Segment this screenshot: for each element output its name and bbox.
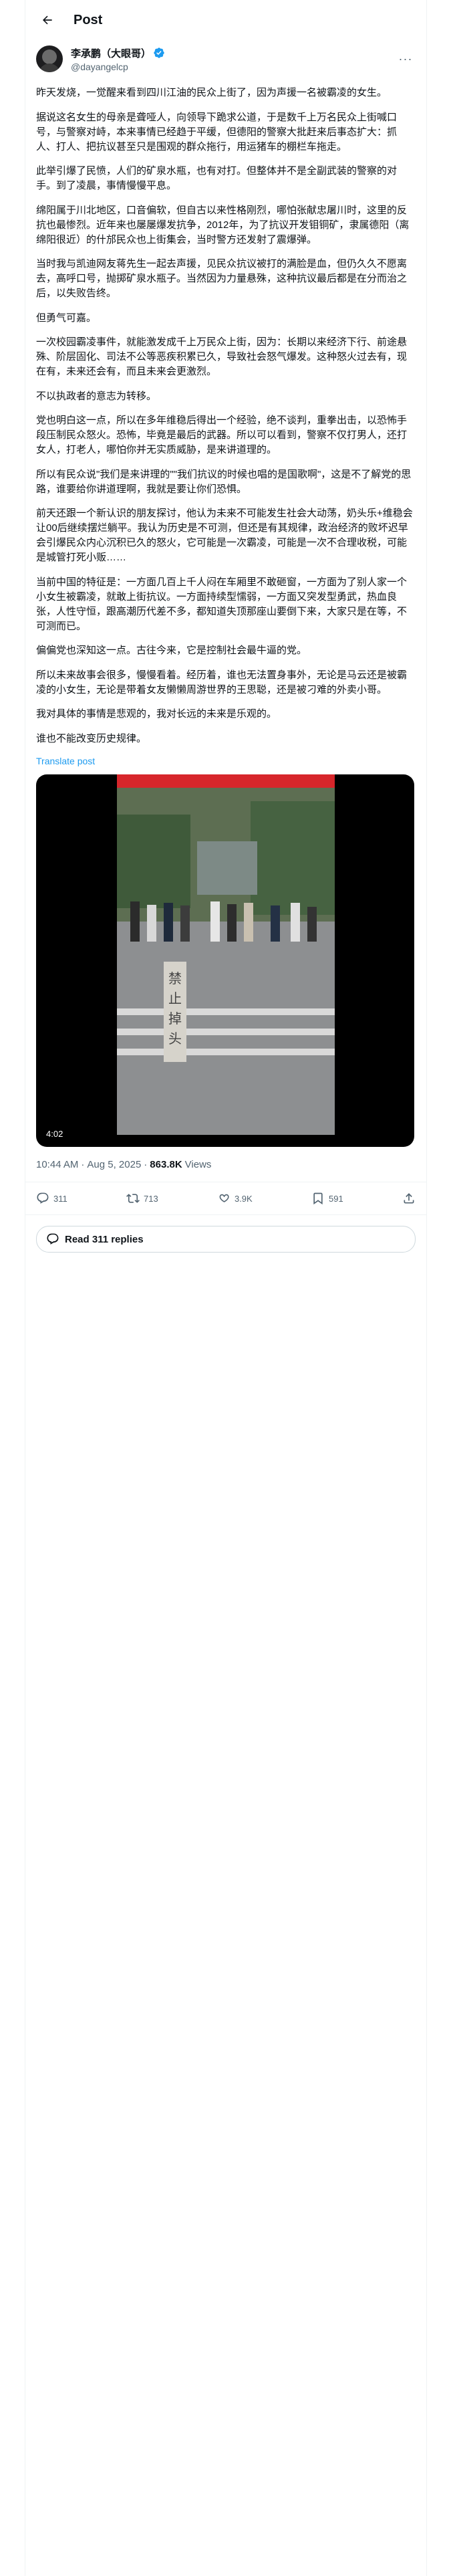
post-paragraph: 据说这名女生的母亲是聋哑人，向领导下跪求公道，于是数千上万名民众上街喊口号，与警… [36, 111, 398, 152]
post-body: 昨天发烧，一觉醒来看到四川江油的民众上街了，因为声援一名被霸凌的女生。 据说这名… [25, 78, 426, 1147]
reply-button[interactable]: 311 [36, 1192, 67, 1205]
reply-count: 311 [53, 1193, 67, 1204]
more-icon: ··· [398, 51, 413, 66]
author-display-name-row[interactable]: 李承鹏（大眼哥） [71, 46, 396, 60]
back-button[interactable] [36, 9, 59, 31]
read-replies-label: Read 311 replies [65, 1233, 144, 1245]
bookmark-count: 591 [328, 1193, 343, 1204]
meta-separator: · [144, 1158, 148, 1170]
author-handle[interactable]: @dayangelcp [71, 62, 396, 72]
translate-post-link[interactable]: Translate post [36, 756, 416, 766]
post-paragraph: 当前中国的特征是：一方面几百上千人闷在车厢里不敢砸窗，一方面为了别人家一个小女生… [36, 576, 408, 632]
page-title: Post [73, 12, 103, 27]
repost-count: 713 [144, 1193, 158, 1204]
repost-icon [126, 1194, 140, 1203]
heart-icon [219, 1194, 229, 1202]
share-icon [404, 1193, 414, 1204]
post-metadata: 10:44 AM · Aug 5, 2025 · 863.8K Views [25, 1147, 426, 1182]
post-paragraph: 党也明白这一点，所以在多年维稳后得出一个经验，绝不谈判，重拳出击，以恐怖手段压制… [36, 415, 408, 455]
more-options-button[interactable]: ··· [396, 49, 416, 69]
share-button[interactable] [402, 1192, 416, 1205]
read-replies-button[interactable]: Read 311 replies [36, 1226, 416, 1253]
post-detail-page: Post 李承鹏（大眼哥） @dayangelcp ··· 昨天发烧，一觉醒来看… [25, 0, 427, 2576]
post-paragraph: 我对具体的事情是悲观的，我对长远的未来是乐观的。 [36, 708, 277, 720]
avatar[interactable] [36, 45, 63, 72]
post-paragraph: 昨天发烧，一觉醒来看到四川江油的民众上街了，因为声援一名被霸凌的女生。 [36, 87, 388, 98]
post-paragraph: 谁也不能改变历史规律。 [36, 732, 147, 744]
video-duration: 4:02 [43, 1128, 67, 1140]
post-paragraph: 前天还跟一个新认识的朋友探讨，他认为未来不可能发生社会大动荡，奶头乐+维稳会让0… [36, 508, 413, 563]
reply-icon [37, 1192, 49, 1204]
meta-separator: · [81, 1158, 85, 1170]
post-paragraph: 所以有民众说"我们是来讲理的""我们抗议的时候也唱的是国歌啊"，这是不了解党的思… [36, 468, 412, 495]
repost-button[interactable]: 713 [126, 1192, 158, 1205]
video-player[interactable]: 禁止掉头 4:02 [36, 774, 414, 1147]
top-bar: Post [25, 0, 426, 40]
verified-badge-icon [154, 47, 164, 58]
back-arrow-icon [42, 15, 52, 25]
post-paragraph: 此举引爆了民愤，人们的矿泉水瓶，也有对打。但整体并不是全副武装的警察的对手。到了… [36, 165, 398, 191]
like-count: 3.9K [234, 1193, 253, 1204]
video-red-banner [117, 774, 335, 788]
author-display-name: 李承鹏（大眼哥） [71, 47, 152, 60]
video-frame: 禁止掉头 [117, 788, 335, 1135]
bookmark-button[interactable]: 591 [311, 1192, 343, 1205]
author-names: 李承鹏（大眼哥） @dayangelcp [71, 46, 396, 72]
post-author: 李承鹏（大眼哥） @dayangelcp ··· [25, 40, 426, 78]
chat-bubble-icon [47, 1233, 59, 1245]
post-paragraph: 但勇气可嘉。 [36, 312, 97, 324]
post-time[interactable]: 10:44 AM [36, 1159, 78, 1170]
post-date[interactable]: Aug 5, 2025 [87, 1159, 141, 1170]
action-bar: 311 713 3.9K 591 [25, 1182, 426, 1215]
post-paragraph: 所以未来故事会很多，慢慢看着。经历着，谁也无法置身事外，无论是马云还是被霸凌的小… [36, 669, 408, 695]
road-sign-text: 禁止掉头 [168, 970, 182, 1047]
post-paragraph: 不以执政者的意志为转移。 [36, 390, 157, 402]
post-paragraph: 偏偏党也深知这一点。古往今来，它是控制社会最牛逼的党。 [36, 645, 307, 656]
post-paragraph: 一次校园霸凌事件，就能激发成千上万民众上街，因为：长期以来经济下行、前途悬殊、阶… [36, 336, 408, 377]
post-paragraph: 绵阳属于川北地区，口音偏软，但自古以来性格刚烈，哪怕张献忠屠川时，这里的反抗也最… [36, 204, 410, 245]
bookmark-icon [313, 1192, 323, 1205]
view-count: 863.8K [150, 1158, 182, 1170]
street-scene-illustration [117, 788, 335, 1135]
like-button[interactable]: 3.9K [217, 1192, 253, 1205]
view-count-label: Views [184, 1158, 212, 1170]
post-paragraph: 当时我与凯迪网友蒋先生一起去声援，见民众抗议被打的满脸是血，但仍久久不愿离去，高… [36, 258, 408, 299]
